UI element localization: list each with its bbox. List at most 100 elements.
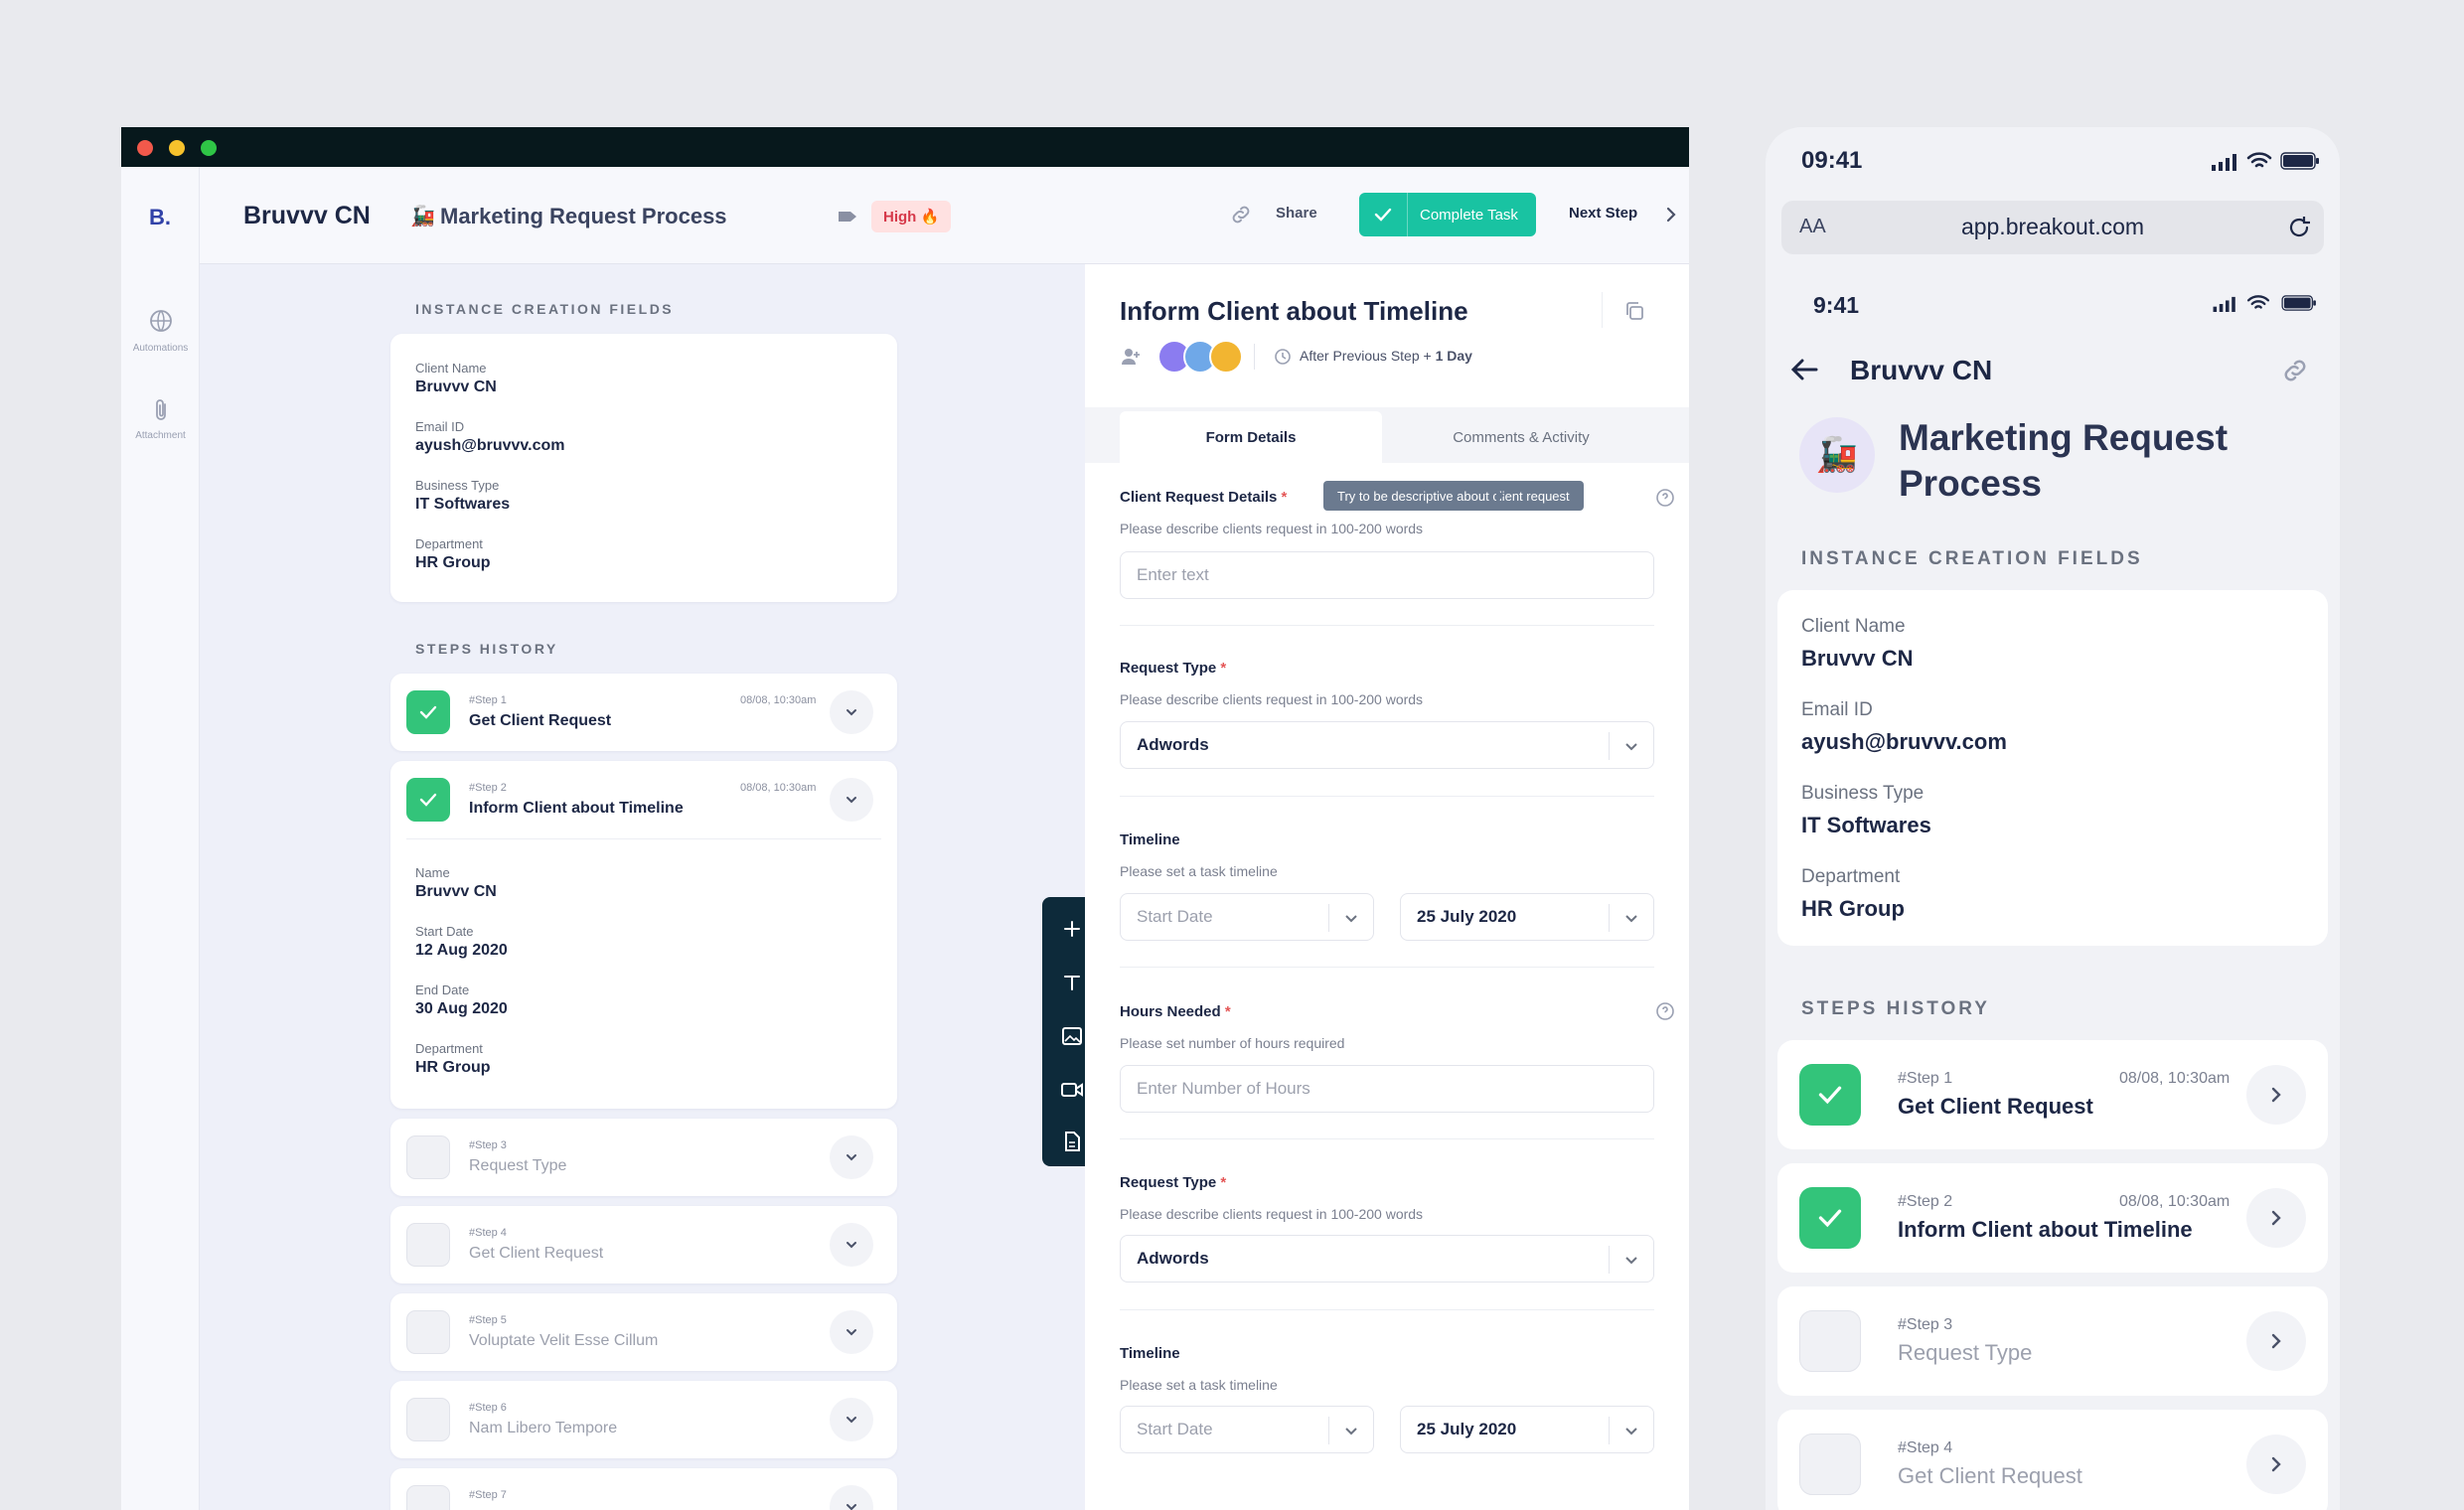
- maximize-window-dot[interactable]: [201, 140, 217, 156]
- copy-icon[interactable]: [1623, 300, 1645, 327]
- battery-icon: [2280, 295, 2318, 316]
- open-step-button[interactable]: [2246, 1434, 2306, 1494]
- request-type-select[interactable]: Adwords: [1120, 1235, 1654, 1283]
- step-field-label: Start Date: [415, 924, 474, 939]
- minimize-window-dot[interactable]: [169, 140, 185, 156]
- step-field-value: Bruvvv CN: [415, 883, 497, 900]
- tab-form-details[interactable]: Form Details: [1120, 411, 1382, 463]
- step-pending-check[interactable]: [1799, 1434, 1861, 1495]
- step-card[interactable]: #Step 3 Request Type: [390, 1119, 897, 1196]
- field-help: Please set a task timeline: [1120, 1377, 1278, 1393]
- url-bar[interactable]: AA app.breakout.com: [1781, 201, 2324, 254]
- field-help: Please describe clients request in 100-2…: [1120, 1206, 1424, 1222]
- tab-comments-activity[interactable]: Comments & Activity: [1382, 411, 1660, 463]
- tag-icon[interactable]: [834, 207, 861, 226]
- step-complete-check[interactable]: [1799, 1064, 1861, 1126]
- step-field-value: 12 Aug 2020: [415, 942, 508, 959]
- link-icon[interactable]: [1229, 203, 1253, 231]
- field-label: Client Name: [1801, 616, 1906, 637]
- globe-icon: [149, 310, 172, 332]
- step-complete-check[interactable]: [1799, 1187, 1861, 1249]
- workspace-name[interactable]: Bruvvv CN: [243, 202, 371, 230]
- request-type-select[interactable]: Adwords: [1120, 721, 1654, 769]
- add-user-icon[interactable]: [1120, 346, 1142, 373]
- expand-step-button[interactable]: [830, 1223, 873, 1267]
- chevron-down-icon: [1625, 1428, 1637, 1435]
- expand-step-button[interactable]: [830, 1485, 873, 1510]
- sidebar-item-automations[interactable]: Automations: [121, 308, 200, 354]
- step-number: #Step 5: [469, 1314, 507, 1326]
- field-help: Please set a task timeline: [1120, 863, 1278, 879]
- chevron-right-icon[interactable]: [1664, 205, 1678, 229]
- chevron-down-icon: [1625, 743, 1637, 751]
- field-label: Business Type: [1801, 783, 1925, 804]
- mobile-instance-card: Client Name Bruvvv CN Email ID ayush@bru…: [1777, 590, 2328, 946]
- step-date: 08/08, 10:30am: [2119, 1193, 2231, 1210]
- end-date-select[interactable]: 25 July 2020: [1400, 893, 1654, 941]
- step-card[interactable]: #Step 5 Voluptate Velit Esse Cillum: [390, 1293, 897, 1371]
- priority-badge[interactable]: High 🔥: [871, 201, 952, 232]
- step-pending-check[interactable]: [406, 1223, 450, 1267]
- start-date-select[interactable]: Start Date: [1120, 893, 1374, 941]
- field-label: Client Name: [415, 361, 487, 376]
- expand-step-button[interactable]: [830, 1310, 873, 1354]
- field-value: IT Softwares: [1801, 813, 1931, 837]
- field-value: Bruvvv CN: [1801, 646, 1914, 671]
- expand-step-button[interactable]: [830, 1398, 873, 1441]
- field-label: Email ID: [415, 419, 465, 434]
- sidebar-item-attachment[interactable]: Attachment: [121, 397, 200, 441]
- reload-icon[interactable]: [2286, 215, 2312, 245]
- next-step-button[interactable]: Next Step: [1569, 205, 1637, 222]
- step-field-value: 30 Aug 2020: [415, 1000, 508, 1017]
- end-date-select[interactable]: 25 July 2020: [1400, 1406, 1654, 1453]
- field-label: Department: [1801, 866, 1901, 887]
- step-card[interactable]: #Step 7: [390, 1468, 897, 1510]
- open-step-button[interactable]: [2246, 1311, 2306, 1371]
- field-label: Request Type *: [1120, 660, 1227, 677]
- help-icon[interactable]: [1655, 1001, 1675, 1026]
- help-icon[interactable]: [1655, 488, 1675, 513]
- close-window-dot[interactable]: [137, 140, 153, 156]
- mobile-step-card[interactable]: #Step 4 Get Client Request: [1777, 1410, 2328, 1510]
- step-complete-check[interactable]: [406, 778, 450, 822]
- open-step-button[interactable]: [2246, 1188, 2306, 1248]
- step-date: 08/08, 10:30am: [2119, 1070, 2231, 1087]
- open-step-button[interactable]: [2246, 1065, 2306, 1125]
- left-sidebar: B. Automations Attachment: [121, 167, 200, 1510]
- expand-step-button[interactable]: [830, 1135, 873, 1179]
- expand-step-button[interactable]: [830, 690, 873, 734]
- mobile-step-card[interactable]: #Step 2 Inform Client about Timeline 08/…: [1777, 1163, 2328, 1273]
- start-date-select[interactable]: Start Date: [1120, 1406, 1374, 1453]
- steps-history-heading: STEPS HISTORY: [415, 641, 558, 657]
- field-value: ayush@bruvvv.com: [1801, 729, 2007, 754]
- avatar[interactable]: [1209, 340, 1243, 374]
- mobile-instance-heading: INSTANCE CREATION FIELDS: [1801, 548, 2143, 569]
- desktop-window: B. Automations Attachment Bruvvv CN 🚂 Ma…: [121, 127, 1689, 1510]
- step-card-expanded[interactable]: #Step 2 Inform Client about Timeline 08/…: [390, 761, 897, 1109]
- schedule-prefix: After Previous Step +: [1300, 348, 1436, 364]
- complete-task-button[interactable]: Complete Task: [1359, 193, 1536, 236]
- link-icon[interactable]: [2280, 356, 2310, 390]
- step-number: #Step 6: [469, 1402, 507, 1414]
- step-pending-check[interactable]: [406, 1310, 450, 1354]
- step-number: #Step 3: [469, 1139, 507, 1151]
- step-card[interactable]: #Step 4 Get Client Request: [390, 1206, 897, 1284]
- app-logo[interactable]: B.: [149, 205, 171, 230]
- back-arrow-icon[interactable]: [1789, 358, 1819, 386]
- expand-step-button[interactable]: [830, 778, 873, 822]
- mobile-step-card[interactable]: #Step 3 Request Type: [1777, 1286, 2328, 1396]
- step-card[interactable]: #Step 1 Get Client Request 08/08, 10:30a…: [390, 674, 897, 751]
- mobile-step-card[interactable]: #Step 1 Get Client Request 08/08, 10:30a…: [1777, 1040, 2328, 1149]
- step-pending-check[interactable]: [406, 1398, 450, 1441]
- step-pending-check[interactable]: [406, 1485, 450, 1510]
- client-request-input[interactable]: Enter text: [1120, 551, 1654, 599]
- field-label: Hours Needed *: [1120, 1003, 1231, 1020]
- process-title: Marketing Request Process: [440, 204, 727, 228]
- step-complete-check[interactable]: [406, 690, 450, 734]
- step-card[interactable]: #Step 6 Nam Libero Tempore: [390, 1381, 897, 1458]
- hours-needed-input[interactable]: Enter Number of Hours: [1120, 1065, 1654, 1113]
- share-button[interactable]: Share: [1276, 205, 1317, 222]
- step-title: Voluptate Velit Esse Cillum: [469, 1332, 659, 1349]
- step-pending-check[interactable]: [406, 1135, 450, 1179]
- step-pending-check[interactable]: [1799, 1310, 1861, 1372]
